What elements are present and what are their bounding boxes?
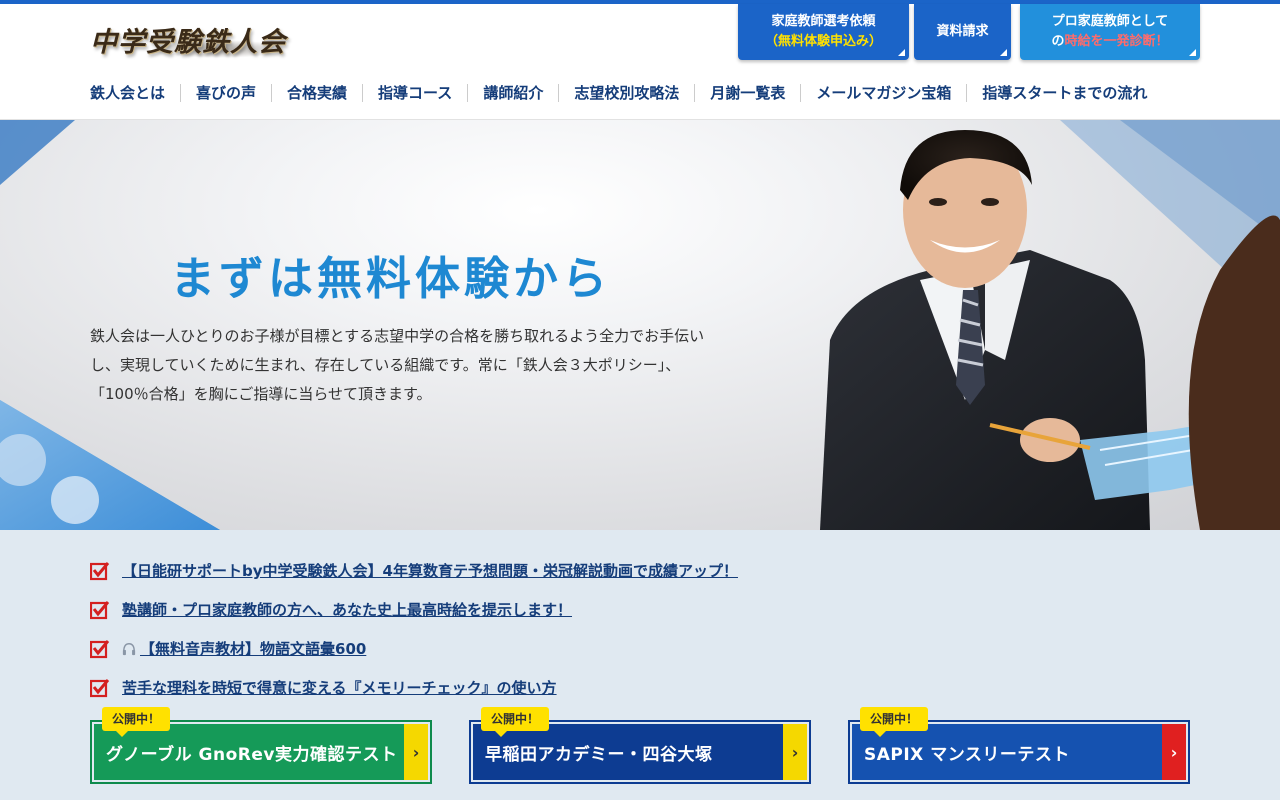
card-waseda-yotsuya[interactable]: 早稲田アカデミー・四谷大塚 › 公開中！	[469, 707, 811, 784]
nav-item-fees[interactable]: 月謝一覧表	[694, 84, 800, 102]
tutor-wage-prefix: の	[1051, 34, 1065, 49]
hero-tutor-photo	[820, 130, 1280, 530]
chevron-right-icon: ›	[783, 724, 807, 780]
brochure-request-label: 資料請求	[936, 24, 989, 39]
card-sapix-monthly[interactable]: SAPIX マンスリーテスト › 公開中！	[848, 707, 1190, 784]
nav-item-mail-magazine[interactable]: メールマガジン宝箱	[800, 84, 966, 102]
hero-decor-topleft	[0, 120, 75, 185]
nav-item-courses[interactable]: 指導コース	[362, 84, 467, 102]
chevron-right-icon: ›	[404, 724, 428, 780]
news-link-memory-check[interactable]: 苦手な理科を時短で得意に変える『メモリーチェック』の使い方	[122, 677, 557, 698]
news-item[interactable]: 苦手な理科を時短で得意に変える『メモリーチェック』の使い方	[90, 677, 557, 698]
tutor-wage-sublabel: の時給を一発診断！	[1051, 32, 1168, 52]
trial-request-sublabel: （無料体験申込み）	[764, 34, 882, 49]
checkbox-icon	[90, 639, 110, 658]
card-label: グノーブル GnoRev実力確認テスト	[94, 724, 428, 780]
published-badge: 公開中！	[102, 707, 171, 737]
brochure-request-button[interactable]: 資料請求	[914, 4, 1011, 60]
nav-item-instructors[interactable]: 講師紹介	[467, 84, 558, 102]
site-header: 中学受験鉄人会 家庭教師選考依頼 （無料体験申込み） 資料請求 プロ家庭教師とし…	[0, 4, 1280, 120]
nav-item-testimonials[interactable]: 喜びの声	[180, 84, 271, 102]
hero-title: まずは無料体験から	[170, 252, 612, 305]
news-link-nichinoken-support[interactable]: 【日能研サポートby中学受験鉄人会】4年算数育テ予想問題・栄冠解説動画で成績アッ…	[122, 560, 738, 581]
news-item[interactable]: 【日能研サポートby中学受験鉄人会】4年算数育テ予想問題・栄冠解説動画で成績アッ…	[90, 560, 738, 581]
tutor-wage-label: プロ家庭教師として	[1051, 14, 1169, 29]
nav-item-school-strategy[interactable]: 志望校別攻略法	[558, 84, 694, 102]
tutor-wage-highlight: 時給を一発診断！	[1064, 34, 1169, 49]
published-badge: 公開中！	[481, 707, 550, 737]
checkbox-icon	[90, 678, 110, 697]
checkbox-icon	[90, 600, 110, 619]
nav-item-results[interactable]: 合格実績	[271, 84, 362, 102]
nav-item-start-flow[interactable]: 指導スタートまでの流れ	[966, 84, 1162, 102]
trial-request-label: 家庭教師選考依頼	[771, 14, 876, 29]
news-section: 【日能研サポートby中学受験鉄人会】4年算数育テ予想問題・栄冠解説動画で成績アッ…	[0, 530, 1280, 800]
site-logo[interactable]: 中学受験鉄人会	[90, 14, 290, 60]
trial-request-button[interactable]: 家庭教師選考依頼 （無料体験申込み）	[738, 4, 909, 60]
news-item[interactable]: 塾講師・プロ家庭教師の方へ、あなた史上最高時給を提示します！	[90, 599, 572, 620]
main-nav: 鉄人会とは 喜びの声 合格実績 指導コース 講師紹介 志望校別攻略法 月謝一覧表…	[80, 80, 1162, 106]
checkbox-icon	[90, 561, 110, 580]
card-gnoble-test[interactable]: グノーブル GnoRev実力確認テスト › 公開中！	[90, 707, 432, 784]
logo-text: 中学受験鉄人会	[90, 27, 286, 58]
hero-banner: まずは無料体験から 鉄人会は一人ひとりのお子様が目標とする志望中学の合格を勝ち取…	[0, 120, 1280, 530]
card-label: SAPIX マンスリーテスト	[852, 724, 1186, 780]
published-badge: 公開中！	[860, 707, 929, 737]
news-link-tutor-recruit[interactable]: 塾講師・プロ家庭教師の方へ、あなた史上最高時給を提示します！	[122, 599, 572, 620]
news-item[interactable]: 【無料音声教材】物語文語彙600	[90, 638, 366, 659]
headphones-icon	[122, 642, 136, 655]
tutor-wage-diagnosis-button[interactable]: プロ家庭教師として の時給を一発診断！	[1020, 4, 1200, 60]
chevron-right-icon: ›	[1162, 724, 1186, 780]
hero-description: 鉄人会は一人ひとりのお子様が目標とする志望中学の合格を勝ち取れるよう全力でお手伝…	[90, 327, 705, 403]
nav-item-about[interactable]: 鉄人会とは	[80, 84, 180, 102]
hero-decor-students-photo	[0, 400, 220, 530]
card-label: 早稲田アカデミー・四谷大塚	[473, 724, 807, 780]
news-link-audio-vocab[interactable]: 【無料音声教材】物語文語彙600	[140, 638, 366, 659]
